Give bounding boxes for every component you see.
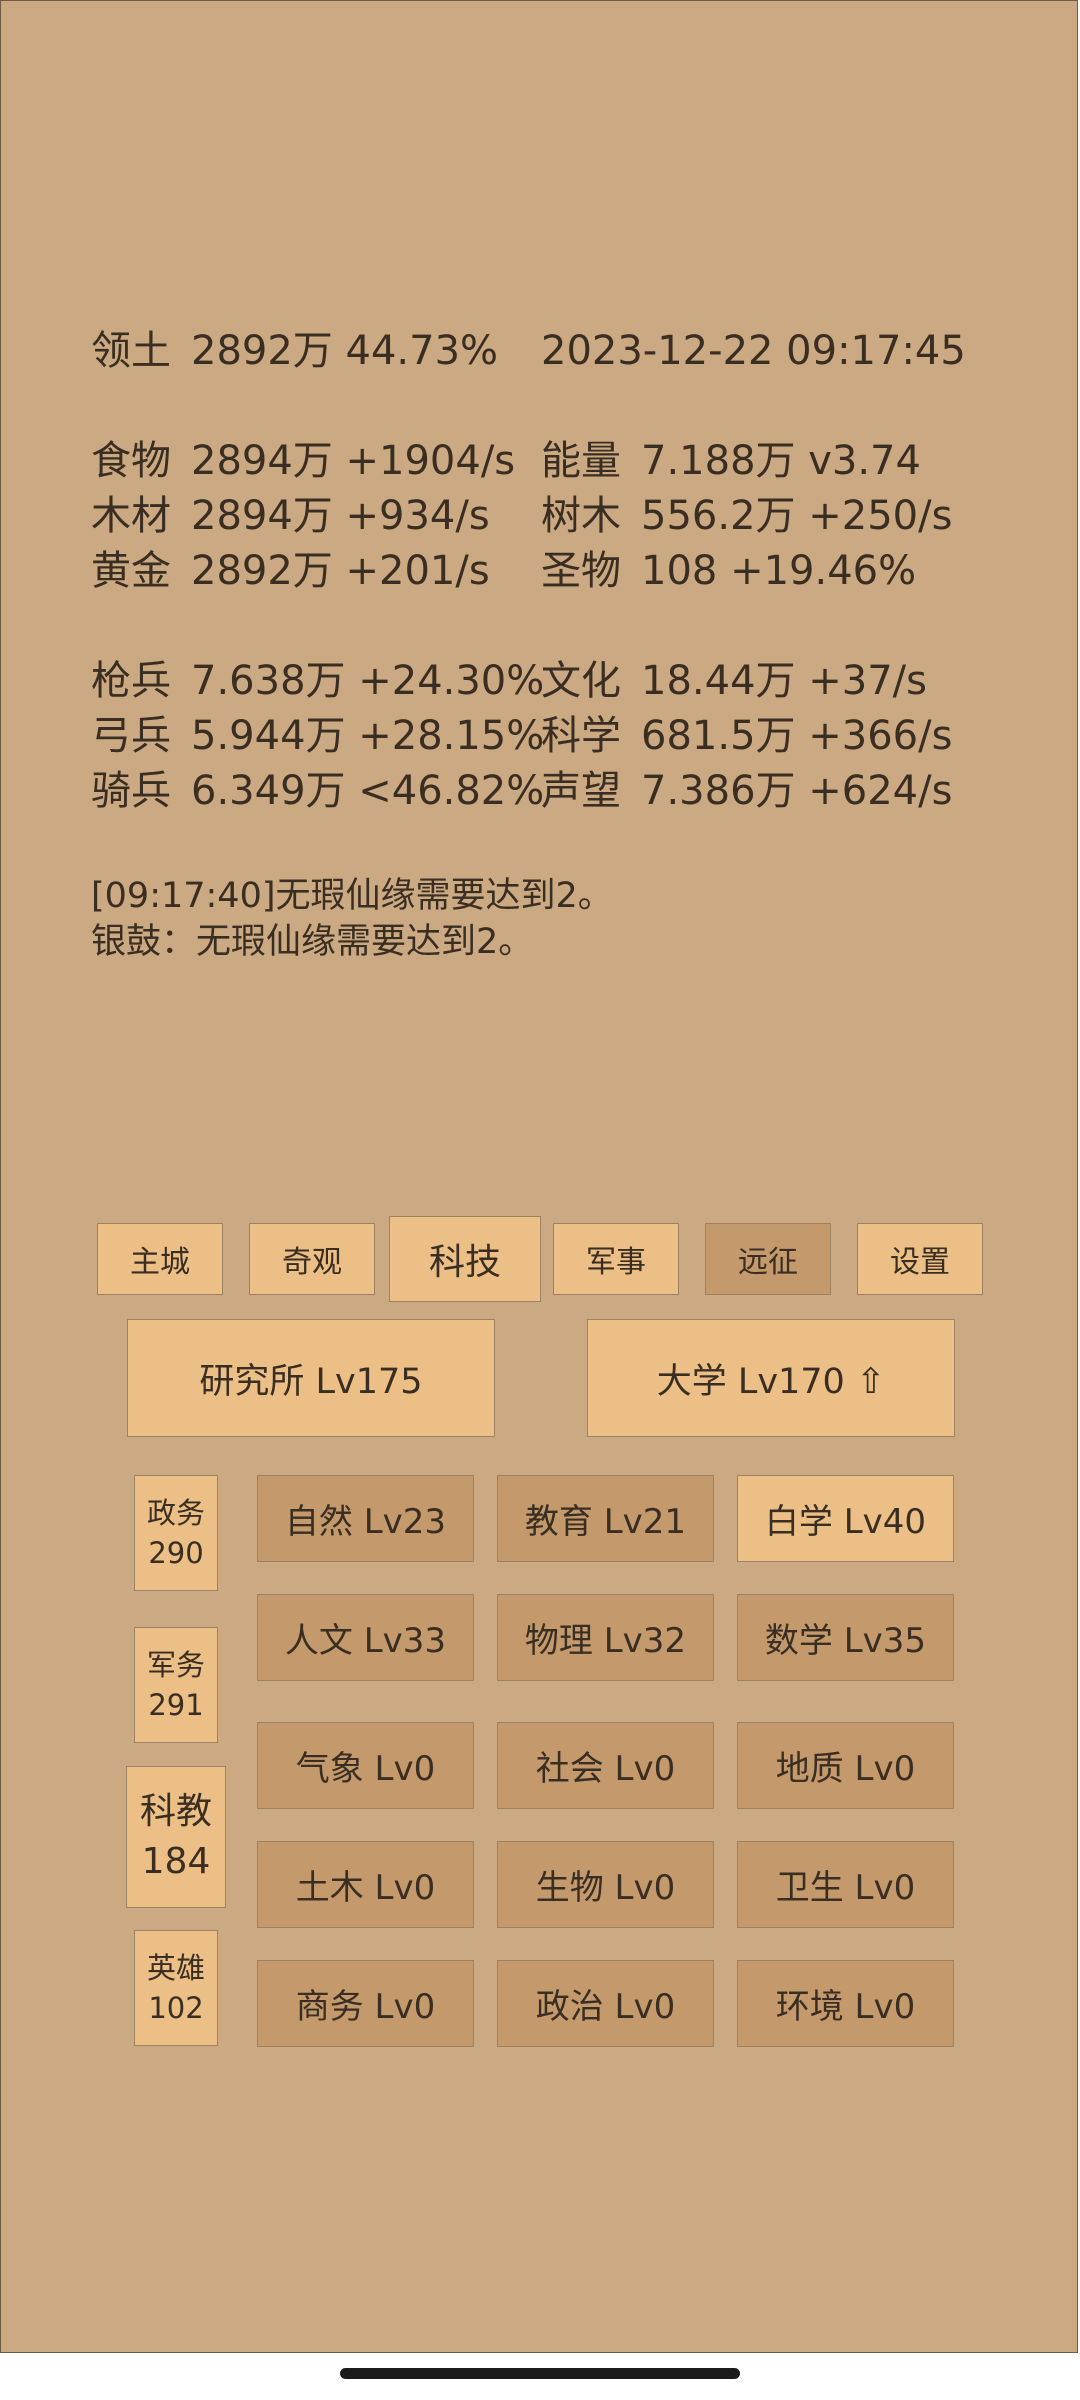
resource-value: 18.44万 +37/s [641,658,927,704]
tab-main-city[interactable]: 主城 [97,1223,223,1295]
resource-label: 文化 [541,658,621,704]
subject-physics[interactable]: 物理 Lv32 [497,1594,714,1681]
resource-value: 7.386万 +624/s [641,768,953,814]
subject-white-studies[interactable]: 白学 Lv40 [737,1475,954,1562]
resource-value: 2894万 +1904/s [191,438,516,484]
sidebar-item-count: 291 [148,1688,204,1722]
tab-military[interactable]: 军事 [553,1223,679,1295]
subject-hygiene[interactable]: 卫生 Lv0 [737,1841,954,1928]
subject-biology[interactable]: 生物 Lv0 [497,1841,714,1928]
sidebar-item-label: 政务 [146,1496,205,1530]
game-screen: 领土 2892万 44.73% 2023-12-22 09:17:45 食物 2… [0,0,1078,2353]
sidebar-item-military-affairs[interactable]: 军务 291 [134,1627,218,1743]
resource-value: 681.5万 +366/s [641,713,953,759]
territory-label: 领土 [91,328,171,374]
message-log-line: 银鼓：无瑕仙缘需要达到2。 [91,922,534,962]
resource-label: 木材 [91,493,171,539]
datetime: 2023-12-22 09:17:45 [541,328,966,374]
home-indicator[interactable] [340,2368,740,2379]
unit-value: 5.944万 +28.15% [191,713,545,759]
resource-value: 2892万 +201/s [191,548,490,594]
sidebar-item-count: 184 [141,1841,211,1882]
subject-mathematics[interactable]: 数学 Lv35 [737,1594,954,1681]
sidebar-item-count: 102 [148,1991,204,2025]
territory-value: 2892万 44.73% [191,328,499,374]
resource-value: 7.188万 v3.74 [641,438,921,484]
tab-settings[interactable]: 设置 [857,1223,983,1295]
subject-education[interactable]: 教育 Lv21 [497,1475,714,1562]
sidebar-item-government[interactable]: 政务 290 [134,1475,218,1591]
subject-nature[interactable]: 自然 Lv23 [257,1475,474,1562]
resource-value: 2894万 +934/s [191,493,490,539]
subject-humanities[interactable]: 人文 Lv33 [257,1594,474,1681]
university-button[interactable]: 大学 Lv170 ⇧ [587,1319,955,1437]
subject-politics[interactable]: 政治 Lv0 [497,1960,714,2047]
resource-label: 食物 [91,438,171,484]
resource-value: 556.2万 +250/s [641,493,953,539]
tab-technology[interactable]: 科技 [389,1216,541,1302]
message-log-line: [09:17:40]无瑕仙缘需要达到2。 [91,876,613,916]
subject-business[interactable]: 商务 Lv0 [257,1960,474,2047]
tab-expedition[interactable]: 远征 [705,1223,831,1295]
subject-environment[interactable]: 环境 Lv0 [737,1960,954,2047]
unit-label: 枪兵 [91,658,171,704]
unit-label: 弓兵 [91,713,171,759]
unit-value: 6.349万 <46.82% [191,768,545,814]
resource-label: 能量 [541,438,621,484]
resource-value: 108 +19.46% [641,548,917,594]
sidebar-item-label: 科教 [139,1791,212,1832]
resource-label: 树木 [541,493,621,539]
sidebar-item-science-education[interactable]: 科教 184 [126,1766,226,1908]
sidebar-item-heroes[interactable]: 英雄 102 [134,1930,218,2046]
subject-civil-engineering[interactable]: 土木 Lv0 [257,1841,474,1928]
research-institute-button[interactable]: 研究所 Lv175 [127,1319,495,1437]
resource-label: 科学 [541,713,621,759]
subject-meteorology[interactable]: 气象 Lv0 [257,1722,474,1809]
resource-label: 圣物 [541,548,621,594]
subject-geology[interactable]: 地质 Lv0 [737,1722,954,1809]
tab-wonders[interactable]: 奇观 [249,1223,375,1295]
sidebar-item-label: 英雄 [146,1951,205,1985]
subject-sociology[interactable]: 社会 Lv0 [497,1722,714,1809]
sidebar-item-count: 290 [148,1536,204,1570]
unit-value: 7.638万 +24.30% [191,658,545,704]
sidebar-item-label: 军务 [146,1648,205,1682]
unit-label: 骑兵 [91,768,171,814]
resource-label: 黄金 [91,548,171,594]
resource-label: 声望 [541,768,621,814]
